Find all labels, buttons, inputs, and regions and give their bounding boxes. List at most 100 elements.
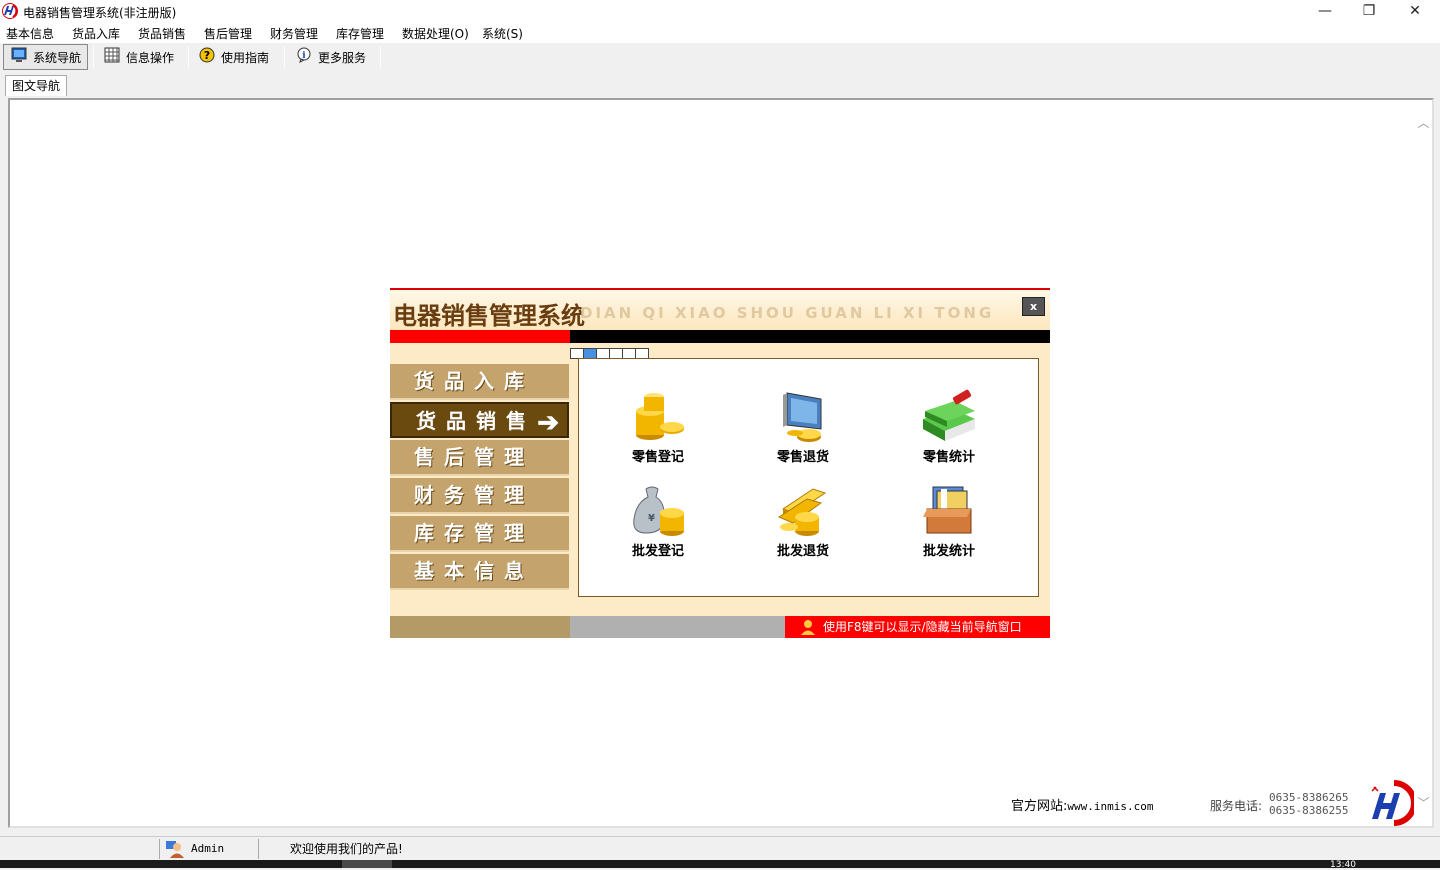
status-user: Admin: [191, 842, 225, 855]
side-nav-label: 货品销售: [416, 409, 536, 433]
side-nav-goods-sales[interactable]: 货品销售 ➔: [390, 402, 569, 438]
status-bar: Admin 欢迎使用我们的产品!: [0, 836, 1440, 860]
nav-footer-left: [390, 616, 570, 638]
wholesale-register-label: 批发登记: [631, 544, 684, 559]
wholesale-stats-label: 批发统计: [922, 544, 975, 559]
toolbar-divider: [284, 46, 285, 68]
menu-goods-sales[interactable]: 货品销售: [138, 25, 186, 42]
company-logo-icon: [1371, 780, 1414, 826]
phone-1: 0635-8386265: [1269, 791, 1349, 804]
status-message: 欢迎使用我们的产品!: [290, 842, 403, 856]
user-guide-label: 使用指南: [221, 50, 270, 65]
tab-strip: 图文导航: [0, 74, 1440, 96]
app-logo-icon: [2, 3, 18, 19]
wholesale-stats-button[interactable]: 批发统计: [899, 483, 999, 559]
retail-return-label: 零售退货: [776, 450, 829, 465]
main-panel: ︿ ﹀ 电器销售管理系统 DIAN QI XIAO SHOU GUAN LI X…: [8, 98, 1434, 828]
gold-coins-icon: [636, 393, 684, 440]
menu-inventory[interactable]: 库存管理: [336, 25, 384, 42]
wholesale-return-label: 批发退货: [776, 544, 829, 559]
website-info: 官方网站:www.inmis.com: [1011, 795, 1153, 814]
status-divider: [258, 839, 259, 859]
menu-goods-in[interactable]: 货品入库: [72, 25, 120, 42]
retail-stats-button[interactable]: 零售统计: [899, 389, 999, 465]
scroll-up-icon[interactable]: ︿: [1415, 114, 1432, 131]
menu-system[interactable]: 系统(S): [482, 25, 523, 42]
scroll-down-icon[interactable]: ﹀: [1415, 794, 1432, 811]
window-title: 电器销售管理系统(非注册版): [23, 6, 177, 20]
close-button[interactable]: ✕: [1392, 0, 1438, 23]
menu-after-sales[interactable]: 售后管理: [204, 25, 252, 42]
toolbar-divider: [93, 46, 94, 68]
info-icon: i: [297, 47, 311, 63]
retail-register-button[interactable]: 零售登记: [608, 389, 708, 465]
phone-2: 0635-8386255: [1269, 804, 1349, 817]
red-stripe: [390, 330, 570, 343]
nav-dialog-header: 电器销售管理系统 DIAN QI XIAO SHOU GUAN LI XI TO…: [390, 288, 1050, 330]
nav-dialog-close-button[interactable]: x: [1022, 297, 1045, 316]
title-bar: 电器销售管理系统(非注册版) — ❐ ✕: [0, 0, 1440, 23]
phone-numbers: 0635-8386265 0635-8386255: [1269, 791, 1348, 817]
svg-text:?: ?: [204, 49, 210, 62]
retail-register-label: 零售登记: [631, 450, 684, 465]
side-nav-label: 售后管理: [414, 445, 534, 469]
menu-finance[interactable]: 财务管理: [270, 25, 318, 42]
monitor-icon: [11, 47, 27, 62]
grid-icon: [104, 47, 120, 63]
minimize-button[interactable]: —: [1302, 0, 1348, 23]
arrow-right-icon: ➔: [537, 408, 559, 438]
nav-tip-bar: 使用F8键可以显示/隐藏当前导航窗口: [785, 616, 1050, 638]
website-label: 官方网站:: [1011, 799, 1068, 814]
computer-coins-icon: [783, 392, 822, 442]
menu-bar: 基本信息 货品入库 货品销售 售后管理 财务管理 库存管理 数据处理(O) 系统…: [0, 23, 1440, 43]
wholesale-return-button[interactable]: 批发退货: [753, 483, 853, 559]
side-nav-goods-in[interactable]: 货品入库: [390, 364, 569, 400]
website-url[interactable]: www.inmis.com: [1067, 800, 1153, 813]
system-nav-label: 系统导航: [33, 50, 82, 65]
side-nav-finance[interactable]: 财务管理: [390, 478, 569, 514]
side-nav-label: 财务管理: [414, 483, 534, 507]
system-nav-button[interactable]: 系统导航: [3, 44, 88, 70]
gold-bars-icon: [777, 488, 827, 536]
user-avatar-icon: [166, 841, 184, 858]
file-box-icon: [923, 486, 972, 534]
wholesale-register-button[interactable]: ¥ 批发登记: [608, 483, 708, 559]
retail-return-button[interactable]: 零售退货: [753, 389, 853, 465]
more-services-label: 更多服务: [318, 50, 367, 65]
toolbar-divider: [380, 46, 381, 68]
function-panel: 零售登记 零售退货 零售统计 ¥ 批发登记 批发退货 批发统计: [578, 358, 1039, 597]
svg-text:¥: ¥: [648, 513, 655, 524]
retail-stats-label: 零售统计: [922, 450, 975, 465]
user-guide-button[interactable]: ? 使用指南: [199, 44, 269, 70]
taskbar-clock: 13:40: [1330, 860, 1356, 870]
tab-graphic-nav[interactable]: 图文导航: [5, 75, 68, 96]
side-nav-after-sales[interactable]: 售后管理: [390, 440, 569, 476]
side-nav-label: 基本信息: [414, 559, 534, 583]
menu-data[interactable]: 数据处理(O): [402, 25, 469, 42]
status-divider: [159, 839, 160, 859]
help-icon: ?: [199, 47, 215, 63]
toolbar-divider: [188, 46, 189, 68]
taskbar-app[interactable]: [342, 860, 392, 868]
more-services-button[interactable]: i 更多服务: [296, 44, 366, 70]
nav-dialog-title: 电器销售管理系统: [393, 301, 585, 330]
nav-tip-text: 使用F8键可以显示/隐藏当前导航窗口: [823, 620, 1022, 634]
vertical-scrollbar[interactable]: ︿ ﹀: [1415, 100, 1432, 826]
maximize-button[interactable]: ❐: [1346, 0, 1392, 23]
money-bag-icon: ¥: [633, 486, 684, 536]
info-ops-label: 信息操作: [126, 50, 175, 65]
toolbar: 系统导航 信息操作 ? 使用指南 i 更多服务: [0, 43, 1440, 71]
person-tip-icon: [801, 620, 815, 635]
menu-basic-info[interactable]: 基本信息: [6, 25, 54, 42]
taskbar: 13:40: [0, 860, 1440, 870]
green-book-icon: [923, 389, 975, 441]
side-nav-label: 库存管理: [414, 521, 534, 545]
black-stripe: [570, 330, 1050, 343]
side-nav-label: 货品入库: [414, 369, 534, 393]
phone-label: 服务电话:: [1210, 799, 1263, 813]
nav-footer-middle: [570, 616, 785, 638]
side-nav-inventory[interactable]: 库存管理: [390, 516, 569, 552]
nav-dialog-pinyin: DIAN QI XIAO SHOU GUAN LI XI TONG: [580, 304, 995, 322]
side-nav-basic-info[interactable]: 基本信息: [390, 554, 569, 590]
info-ops-button[interactable]: 信息操作: [104, 44, 174, 70]
